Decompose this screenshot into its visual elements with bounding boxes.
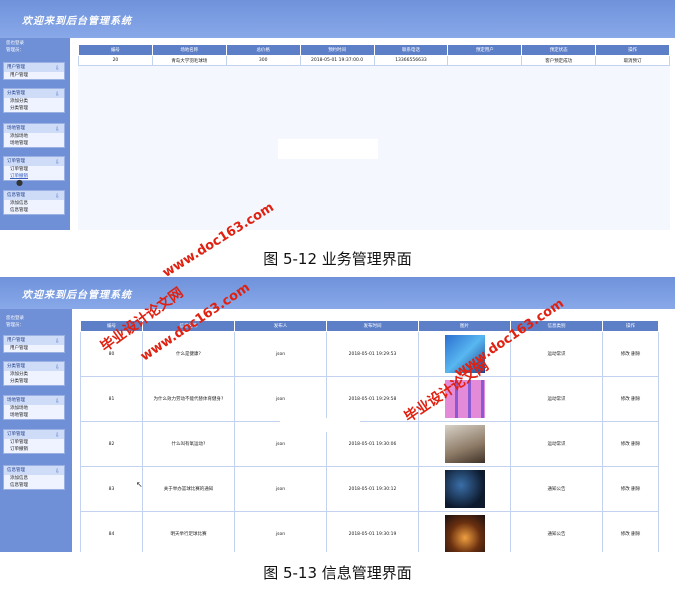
- info-table: 编号 信息名称 发布人 发布时间 图片 信息类别 操作 80 什么是健康? js…: [80, 320, 659, 552]
- menu-group-category: 分类管理 ⇩ 添加分类 分类管理: [3, 88, 65, 113]
- table-row: 84 明天举行足球比赛 json 2018-05-01 19:30:19 通知公…: [80, 511, 659, 552]
- menu-item-order-manage[interactable]: 订单管理: [4, 166, 64, 173]
- chevron-icon: ⇩: [54, 126, 60, 133]
- chevron-icon: ⇩: [54, 432, 60, 439]
- chevron-icon: ⇩: [54, 193, 60, 200]
- mouse-cursor-icon: ●: [16, 178, 23, 187]
- menu-group-header[interactable]: 场地管理 ⇩: [4, 124, 64, 133]
- edit-delete-links[interactable]: 修改 删除: [602, 511, 659, 552]
- menu-item-add-venue[interactable]: 添加场地: [4, 133, 64, 140]
- sidebar: 您也登录 管理员： 用户管理 ⇩ 用户管理 分类管理 ⇩ 添加分类 分类管理 场地管…: [0, 38, 70, 230]
- menu-item-order-manage[interactable]: 订单管理: [4, 439, 64, 446]
- mouse-pointer-icon: ↖: [136, 480, 143, 489]
- screenshot-business-management: 欢迎来到后台管理系统 您也登录 管理员： 用户管理 ⇩ 用户管理 分类管理 ⇩ 添加…: [0, 0, 675, 232]
- edit-delete-links[interactable]: 修改 删除: [602, 331, 659, 377]
- menu-item-add-category[interactable]: 添加分类: [4, 371, 64, 378]
- menu-group-users: 用户管理 ⇩ 用户管理: [3, 62, 65, 80]
- main-content: 编号 场地名称 总价格 预约时间 联系电话 预定用户 预定状态 操作 20 青岛…: [78, 44, 670, 230]
- menu-group-venue: 场地管理 ⇩ 添加场地 场地管理: [3, 395, 65, 420]
- app-header: 欢迎来到后台管理系统: [0, 277, 675, 309]
- menu-item-order-cancel[interactable]: 订单撤销: [4, 173, 64, 180]
- table-row: 20 青岛大学羽毛球场 300 2018-05-01 19:37:00.0 13…: [78, 55, 670, 66]
- menu-group-header[interactable]: 用户管理 ⇩: [4, 336, 64, 345]
- menu-item-add-info[interactable]: 添加信息: [4, 475, 64, 482]
- main-content: 编号 信息名称 发布人 发布时间 图片 信息类别 操作 80 什么是健康? js…: [80, 320, 659, 552]
- order-table: 编号 场地名称 总价格 预约时间 联系电话 预定用户 预定状态 操作 20 青岛…: [78, 44, 670, 66]
- chevron-icon: ⇩: [54, 91, 60, 98]
- thumbnail-workout-image: [444, 425, 485, 463]
- menu-group-category: 分类管理 ⇩ 添加分类 分类管理: [3, 361, 65, 386]
- menu-item-category-manage[interactable]: 分类管理: [4, 105, 64, 112]
- menu-group-header[interactable]: 订单管理 ⇩: [4, 430, 64, 439]
- table-header-row: 编号 场地名称 总价格 预约时间 联系电话 预定用户 预定状态 操作: [78, 44, 670, 56]
- menu-group-header[interactable]: 分类管理 ⇩: [4, 362, 64, 371]
- table-header-row: 编号 信息名称 发布人 发布时间 图片 信息类别 操作: [80, 320, 659, 332]
- chevron-icon: ⇩: [54, 159, 60, 166]
- figure-caption-5-12: 图 5-12 业务管理界面: [263, 250, 412, 268]
- menu-item-add-venue[interactable]: 添加场地: [4, 405, 64, 412]
- chevron-icon: ⇩: [54, 468, 60, 475]
- login-info: 您也登录 管理员：: [6, 41, 24, 53]
- sidebar: 您也登录 管理员： 用户管理 ⇩ 用户管理 分类管理 ⇩ 添加分类 分类管理 场地管…: [0, 309, 72, 552]
- figure-caption-5-13: 图 5-13 信息管理界面: [263, 564, 412, 582]
- app-title: 欢迎来到后台管理系统: [22, 290, 132, 301]
- menu-item-add-category[interactable]: 添加分类: [4, 98, 64, 105]
- menu-group-venue: 场地管理 ⇩ 添加场地 场地管理: [3, 123, 65, 148]
- menu-group-orders: 订单管理 ⇩ 订单管理 订单撤销: [3, 156, 65, 181]
- table-row: 82 什么叫有氧运动? json 2018-05-01 19:30:06 运动常…: [80, 421, 659, 467]
- screenshot-info-management: 欢迎来到后台管理系统 您也登录 管理员： 用户管理 ⇩ 用户管理 分类管理 ⇩ 添加…: [0, 277, 675, 552]
- thumbnail-basketball-image: [444, 470, 485, 508]
- menu-group-header[interactable]: 订单管理 ⇩: [4, 157, 64, 166]
- cancel-order-link[interactable]: 取消预订: [595, 55, 670, 66]
- menu-group-orders: 订单管理 ⇩ 订单管理 订单撤销: [3, 429, 65, 454]
- menu-item-info-manage[interactable]: 信息管理: [4, 482, 64, 489]
- menu-item-user-manage[interactable]: 用户管理: [4, 345, 64, 352]
- chevron-icon: ⇩: [54, 65, 60, 72]
- menu-group-header[interactable]: 信息管理 ⇩: [4, 191, 64, 200]
- table-row: 81 为什么效力劳动不能代替体育健身? json 2018-05-01 19:2…: [80, 376, 659, 422]
- menu-group-users: 用户管理 ⇩ 用户管理: [3, 335, 65, 353]
- menu-item-info-manage[interactable]: 信息管理: [4, 207, 64, 214]
- table-row: 83 关于举办篮球比赛的通知 json 2018-05-01 19:30:12 …: [80, 466, 659, 512]
- thumbnail-football-image: [444, 515, 485, 552]
- app-title: 欢迎来到后台管理系统: [22, 16, 132, 27]
- menu-item-venue-manage[interactable]: 场地管理: [4, 412, 64, 419]
- menu-item-user-manage[interactable]: 用户管理: [4, 72, 64, 79]
- blank-patch: [278, 139, 378, 159]
- chevron-icon: ⇩: [54, 398, 60, 405]
- menu-group-header[interactable]: 用户管理 ⇩: [4, 63, 64, 72]
- menu-item-category-manage[interactable]: 分类管理: [4, 378, 64, 385]
- menu-item-add-info[interactable]: 添加信息: [4, 200, 64, 207]
- menu-group-header[interactable]: 场地管理 ⇩: [4, 396, 64, 405]
- menu-group-info: 信息管理 ⇩ 添加信息 信息管理: [3, 190, 65, 215]
- menu-group-header[interactable]: 信息管理 ⇩: [4, 466, 64, 475]
- login-info: 您也登录 管理员：: [6, 316, 24, 328]
- menu-item-order-cancel[interactable]: 订单撤销: [4, 446, 64, 453]
- edit-delete-links[interactable]: 修改 删除: [602, 466, 659, 512]
- edit-delete-links[interactable]: 修改 删除: [602, 376, 659, 422]
- app-header: 欢迎来到后台管理系统: [0, 0, 675, 38]
- menu-group-header[interactable]: 分类管理 ⇩: [4, 89, 64, 98]
- blank-patch: [280, 418, 360, 432]
- edit-delete-links[interactable]: 修改 删除: [602, 421, 659, 467]
- chevron-icon: ⇩: [54, 338, 60, 345]
- menu-item-venue-manage[interactable]: 场地管理: [4, 140, 64, 147]
- chevron-icon: ⇩: [54, 364, 60, 371]
- menu-group-info: 信息管理 ⇩ 添加信息 信息管理: [3, 465, 65, 490]
